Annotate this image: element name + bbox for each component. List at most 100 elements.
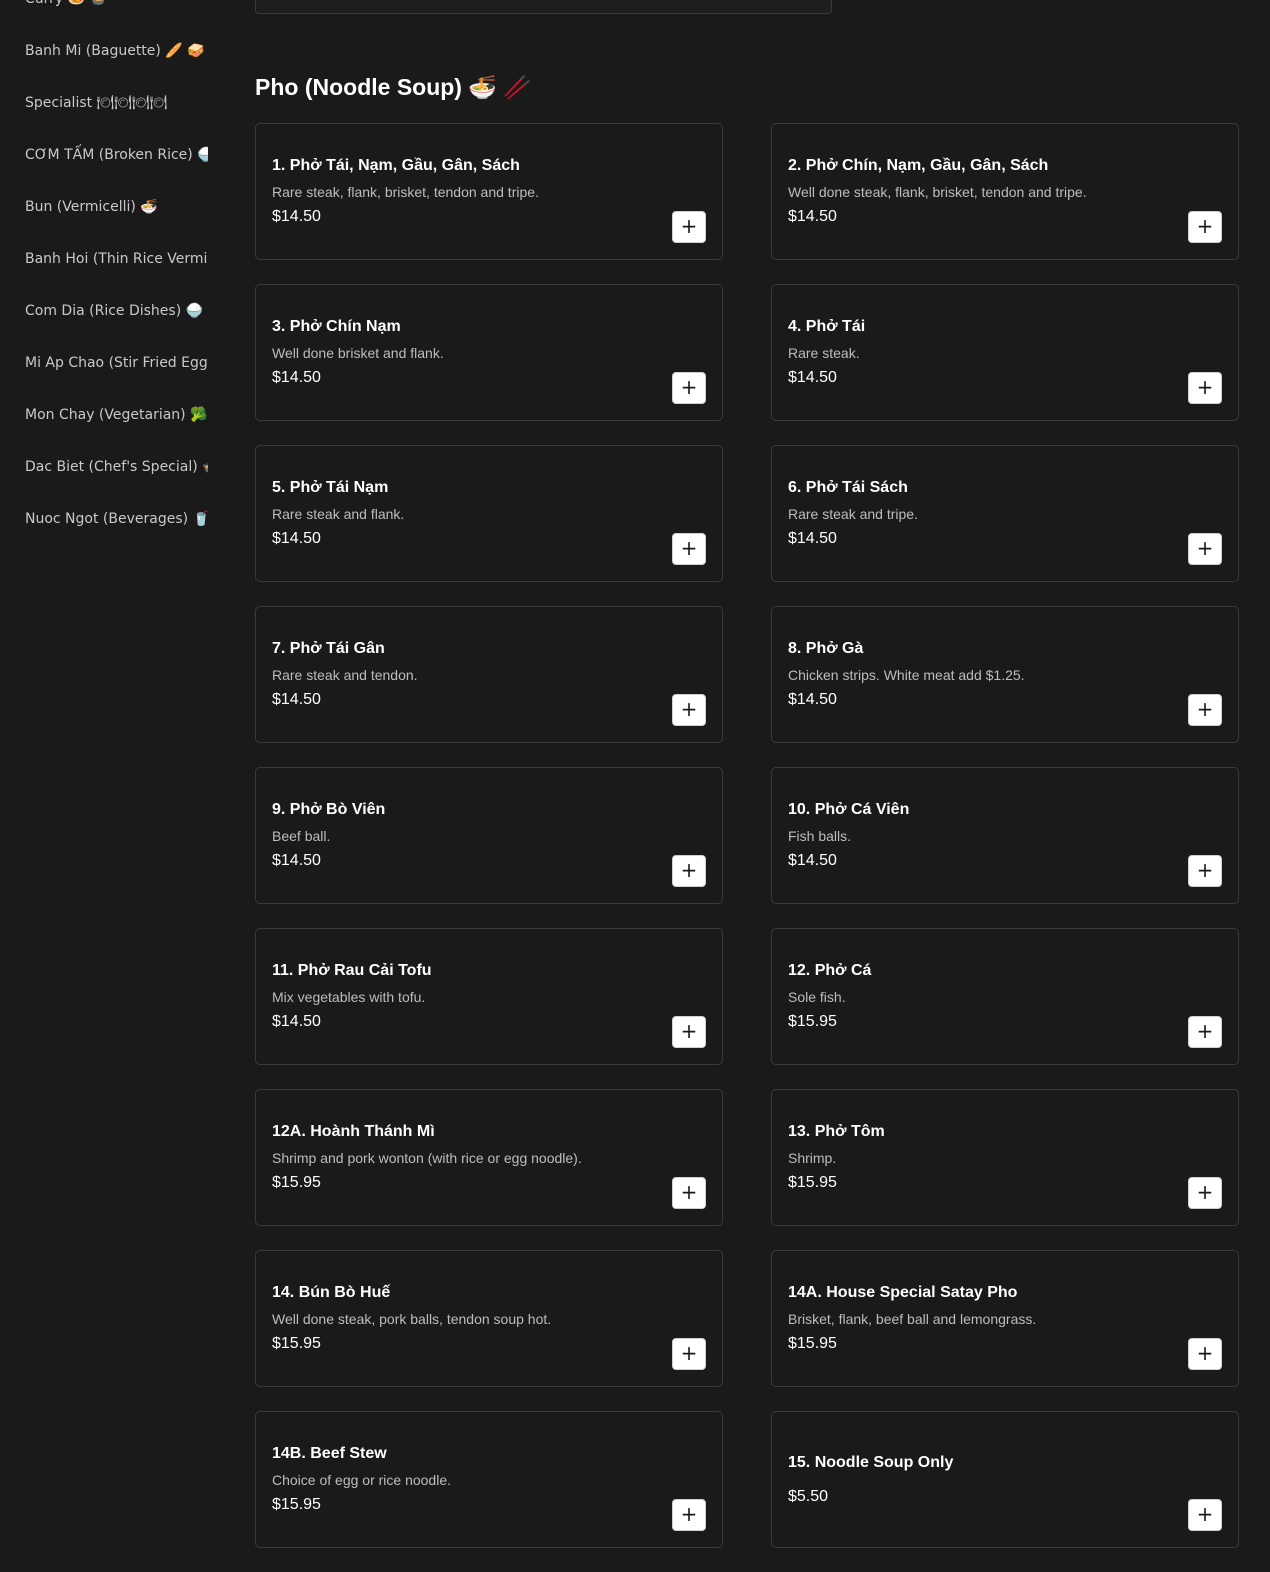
- item-price: $14.50: [788, 530, 837, 547]
- item-name: 12. Phở Cá: [788, 962, 872, 979]
- item-description: Chicken strips. White meat add $1.25.: [788, 667, 1025, 683]
- item-name: 1. Phở Tái, Nạm, Gầu, Gân, Sách: [272, 157, 520, 174]
- menu-item-card[interactable]: 8. Phở Gà Chicken strips. White meat add …: [771, 606, 1239, 743]
- add-to-cart-button[interactable]: +: [1188, 533, 1222, 565]
- sidebar-item-curry[interactable]: Curry 🍛 🍲: [25, 0, 208, 11]
- item-name: 7. Phở Tái Gân: [272, 640, 385, 657]
- menu-item-card[interactable]: 12. Phở Cá Sole fish. $15.95 +: [771, 928, 1239, 1065]
- item-description: Beef ball.: [272, 828, 331, 844]
- item-name: 12A. Hoành Thánh Mì: [272, 1123, 435, 1140]
- sidebar-item-mon-chay[interactable]: Mon Chay (Vegetarian) 🥦 🥬: [25, 403, 208, 427]
- category-sidebar: Curry 🍛 🍲 Banh Mi (Baguette) 🥖 🥪 Special…: [0, 0, 208, 1572]
- item-price: $14.50: [272, 208, 321, 225]
- item-description: Shrimp and pork wonton (with rice or egg…: [272, 1150, 582, 1166]
- item-description: Fish balls.: [788, 828, 852, 844]
- sidebar-item-banh-mi[interactable]: Banh Mi (Baguette) 🥖 🥪: [25, 39, 208, 63]
- search-box[interactable]: [255, 0, 832, 14]
- menu-item-card[interactable]: 14B. Beef Stew Choice of egg or rice nood…: [255, 1411, 723, 1548]
- item-price: $15.95: [272, 1174, 321, 1191]
- item-price: $15.95: [788, 1174, 837, 1191]
- item-name: 10. Phở Cá Viên: [788, 801, 910, 818]
- item-price: $14.50: [272, 1013, 321, 1030]
- section-title: Pho (Noodle Soup) 🍜 🥢: [255, 74, 533, 100]
- item-price: $14.50: [788, 369, 837, 386]
- add-to-cart-button[interactable]: +: [672, 372, 706, 404]
- item-description: Shrimp.: [788, 1150, 837, 1166]
- sidebar-item-bun[interactable]: Bun (Vermicelli) 🍜: [25, 195, 208, 219]
- item-price: $14.50: [272, 852, 321, 869]
- menu-item-card[interactable]: 6. Phở Tái Sách Rare steak and tripe. $14.…: [771, 445, 1239, 582]
- item-name: 14A. House Special Satay Pho: [788, 1284, 1018, 1301]
- menu-item-card[interactable]: 14A. House Special Satay Pho Brisket, fla…: [771, 1250, 1239, 1387]
- add-to-cart-button[interactable]: +: [672, 1016, 706, 1048]
- item-description: Well done steak, pork balls, tendon soup…: [272, 1311, 552, 1327]
- item-price: $14.50: [272, 369, 321, 386]
- item-name: 6. Phở Tái Sách: [788, 479, 908, 496]
- add-to-cart-button[interactable]: +: [1188, 211, 1222, 243]
- menu-grid: 1. Phở Tái, Nạm, Gầu, Gân, Sách Rare stea…: [255, 123, 1239, 1548]
- menu-item-card[interactable]: 9. Phở Bò Viên Beef ball. $14.50 +: [255, 767, 723, 904]
- item-description: Choice of egg or rice noodle.: [272, 1472, 451, 1488]
- item-price: $14.50: [272, 691, 321, 708]
- item-name: 8. Phở Gà: [788, 640, 864, 657]
- add-to-cart-button[interactable]: +: [1188, 1338, 1222, 1370]
- add-to-cart-button[interactable]: +: [1188, 1016, 1222, 1048]
- sidebar-item-banh-hoi[interactable]: Banh Hoi (Thin Rice Vermicelli): [25, 247, 208, 271]
- add-to-cart-button[interactable]: +: [672, 1499, 706, 1531]
- add-to-cart-button[interactable]: +: [1188, 855, 1222, 887]
- item-price: $14.50: [272, 530, 321, 547]
- menu-item-card[interactable]: 5. Phở Tái Nạm Rare steak and flank. $14.5…: [255, 445, 723, 582]
- item-description: Rare steak, flank, brisket, tendon and t…: [272, 184, 539, 200]
- menu-page: Curry 🍛 🍲 Banh Mi (Baguette) 🥖 🥪 Special…: [0, 0, 1270, 1572]
- sidebar-item-specialist[interactable]: Specialist 🍽🍽🍽🍽: [25, 91, 208, 115]
- menu-item-card[interactable]: 4. Phở Tái Rare steak. $14.50 +: [771, 284, 1239, 421]
- item-description: Rare steak and flank.: [272, 506, 405, 522]
- menu-item-card[interactable]: 13. Phở Tôm Shrimp. $15.95 +: [771, 1089, 1239, 1226]
- item-name: 3. Phở Chín Nạm: [272, 318, 401, 335]
- item-price: $14.50: [788, 691, 837, 708]
- item-description: Brisket, flank, beef ball and lemongrass…: [788, 1311, 1037, 1327]
- add-to-cart-button[interactable]: +: [672, 211, 706, 243]
- sidebar-item-com-dia[interactable]: Com Dia (Rice Dishes) 🍚 🍛: [25, 299, 208, 323]
- item-name: 14. Bún Bò Huế: [272, 1284, 391, 1301]
- menu-item-card[interactable]: 11. Phở Rau Cải Tofu Mix vegetables with …: [255, 928, 723, 1065]
- menu-item-card[interactable]: 3. Phở Chín Nạm Well done brisket and fla…: [255, 284, 723, 421]
- item-name: 9. Phở Bò Viên: [272, 801, 386, 818]
- add-to-cart-button[interactable]: +: [1188, 1177, 1222, 1209]
- item-price: $15.95: [272, 1496, 321, 1513]
- menu-item-card[interactable]: 15. Noodle Soup Only $5.50 +: [771, 1411, 1239, 1548]
- menu-item-card[interactable]: 2. Phở Chín, Nạm, Gầu, Gân, Sách Well don…: [771, 123, 1239, 260]
- add-to-cart-button[interactable]: +: [672, 855, 706, 887]
- sidebar-item-nuoc-ngot[interactable]: Nuoc Ngot (Beverages) 🥤 🧋: [25, 507, 208, 531]
- item-description: Rare steak.: [788, 345, 860, 361]
- add-to-cart-button[interactable]: +: [672, 1338, 706, 1370]
- menu-item-card[interactable]: 1. Phở Tái, Nạm, Gầu, Gân, Sách Rare stea…: [255, 123, 723, 260]
- item-description: Rare steak and tripe.: [788, 506, 918, 522]
- sidebar-item-mi-ap-chao[interactable]: Mi Ap Chao (Stir Fried Egg Noodles): [25, 351, 208, 375]
- sidebar-item-com-tam[interactable]: CƠM TẤM (Broken Rice) 🍚: [25, 143, 208, 167]
- add-to-cart-button[interactable]: +: [672, 694, 706, 726]
- menu-item-card[interactable]: 12A. Hoành Thánh Mì Shrimp and pork wonto…: [255, 1089, 723, 1226]
- item-name: 13. Phở Tôm: [788, 1123, 885, 1140]
- item-name: 15. Noodle Soup Only: [788, 1454, 954, 1471]
- add-to-cart-button[interactable]: +: [1188, 1499, 1222, 1531]
- item-description: Sole fish.: [788, 989, 846, 1005]
- item-price: $15.95: [272, 1335, 321, 1352]
- add-to-cart-button[interactable]: +: [1188, 372, 1222, 404]
- menu-item-card[interactable]: 7. Phở Tái Gân Rare steak and tendon. $14.…: [255, 606, 723, 743]
- add-to-cart-button[interactable]: +: [672, 1177, 706, 1209]
- menu-item-card[interactable]: 10. Phở Cá Viên Fish balls. $14.50 +: [771, 767, 1239, 904]
- sidebar-item-dac-biet[interactable]: Dac Biet (Chef's Special) 🍲: [25, 455, 208, 479]
- add-to-cart-button[interactable]: +: [1188, 694, 1222, 726]
- menu-item-card[interactable]: 14. Bún Bò Huế Well done steak, pork ball…: [255, 1250, 723, 1387]
- item-name: 2. Phở Chín, Nạm, Gầu, Gân, Sách: [788, 157, 1049, 174]
- item-name: 5. Phở Tái Nạm: [272, 479, 389, 496]
- item-price: $14.50: [788, 208, 837, 225]
- add-to-cart-button[interactable]: +: [672, 533, 706, 565]
- item-price: $5.50: [788, 1488, 829, 1505]
- item-price: $14.50: [788, 852, 837, 869]
- item-description: Well done brisket and flank.: [272, 345, 444, 361]
- item-price: $15.95: [788, 1013, 837, 1030]
- item-name: 11. Phở Rau Cải Tofu: [272, 962, 432, 979]
- item-description: Mix vegetables with tofu.: [272, 989, 426, 1005]
